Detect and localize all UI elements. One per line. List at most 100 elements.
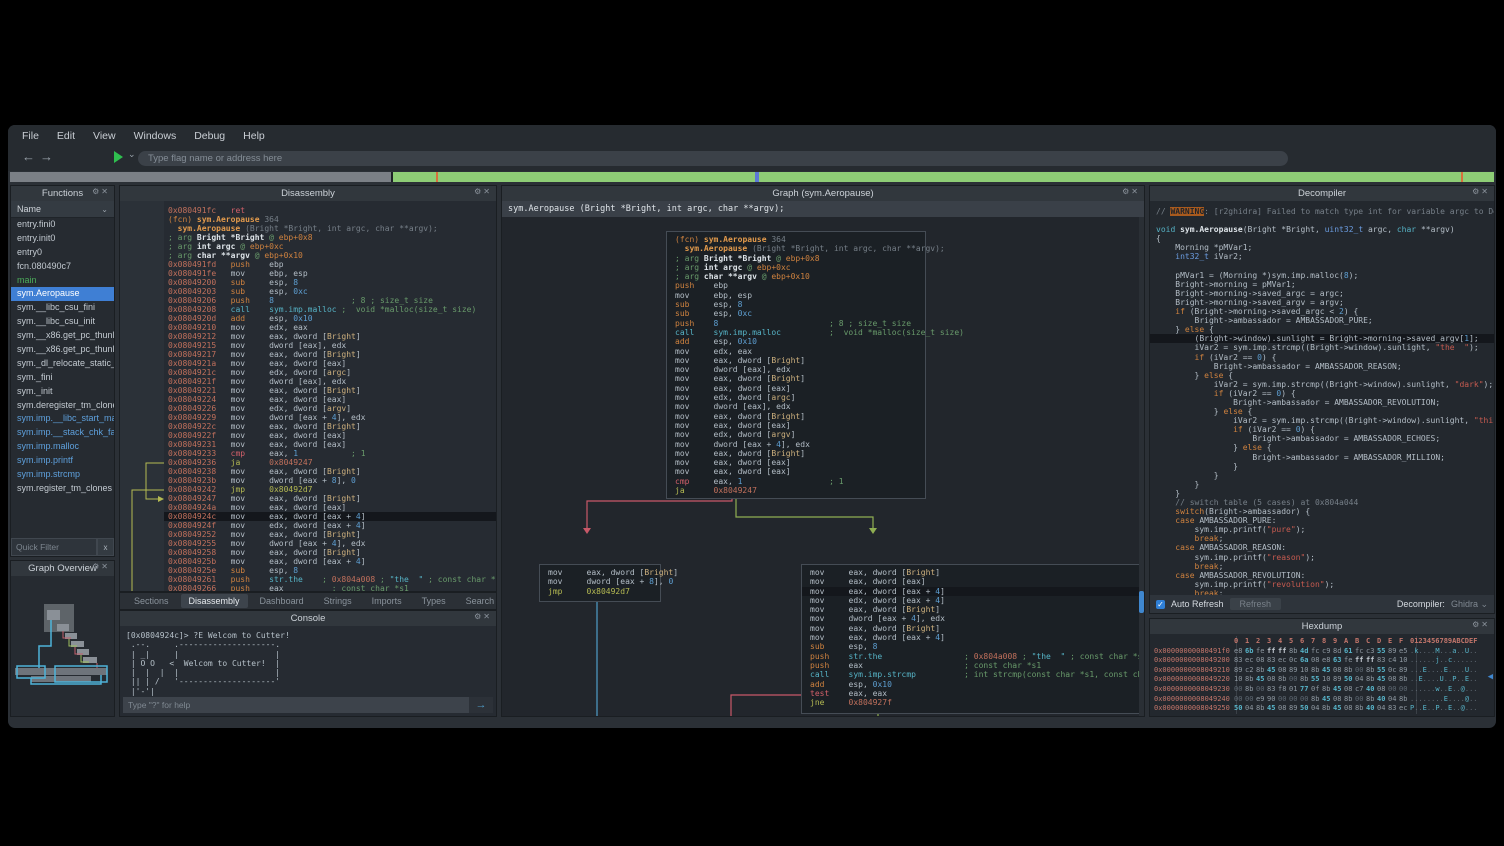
close-icon[interactable]: ✕ — [483, 187, 492, 196]
asm-line[interactable]: ; arg char **argv @ ebp+0x10 — [164, 251, 496, 260]
asm-line[interactable]: 0x08049255 mov dword [eax + 4], edx — [164, 539, 496, 548]
decompiler-line[interactable]: iVar2 = sym.imp.strcmp((Bright->window).… — [1150, 416, 1494, 425]
function-item[interactable]: sym.imp.__stack_chk_fail — [11, 426, 114, 440]
decompiler-line[interactable]: } else { — [1150, 325, 1494, 334]
debug-play-icon[interactable] — [114, 151, 123, 163]
asm-line[interactable]: 0x08049266 push eax ; const char *s1 — [164, 584, 496, 591]
asm-line[interactable]: 0x0804920d add esp, 0x10 — [164, 314, 496, 323]
menu-view[interactable]: View — [93, 130, 116, 142]
gear-icon[interactable]: ⚙ — [1122, 187, 1131, 196]
graph-asm-line[interactable]: push ebp — [667, 281, 925, 290]
graph-asm-line[interactable]: mov eax, dword [Bright] — [667, 412, 925, 421]
function-item[interactable]: sym.__x86.get_pc_thunk.bp — [11, 329, 114, 343]
hexdump-row[interactable]: 0x00000000080492400000e9900000008b45088b… — [1150, 695, 1494, 705]
function-item[interactable]: sym.imp.__libc_start_main — [11, 412, 114, 426]
decompiler-line[interactable]: } — [1150, 462, 1494, 471]
asm-line[interactable]: 0x0804924c mov eax, dword [eax + 4] — [164, 512, 496, 521]
graph-asm-line[interactable]: mov edx, eax — [667, 347, 925, 356]
basic-block-entry[interactable]: (fcn) sym.Aeropause 364 sym.Aeropause (B… — [666, 231, 926, 499]
close-icon[interactable]: ✕ — [1481, 187, 1490, 196]
graph-asm-line[interactable]: mov eax, dword [eax + 4] — [802, 587, 1144, 596]
decompiler-line[interactable]: if (iVar2 == 0) { — [1150, 389, 1494, 398]
decompiler-line[interactable]: if (iVar2 == 0) { — [1150, 425, 1494, 434]
decompiler-line[interactable]: Bright->ambassador = AMBASSADOR_REVOLUTI… — [1150, 398, 1494, 407]
graph-asm-line[interactable]: mov eax, dword [Bright] — [802, 568, 1144, 577]
decompiler-line[interactable]: iVar2 = sym.imp.strcmp((Bright->window).… — [1150, 380, 1494, 389]
graph-asm-line[interactable]: test eax, eax — [802, 689, 1144, 698]
graph-asm-line[interactable]: mov eax, dword [eax] — [667, 467, 925, 476]
asm-line[interactable]: ; arg int argc @ ebp+0xc — [164, 242, 496, 251]
graph-asm-line[interactable]: add esp, 0x10 — [667, 337, 925, 346]
asm-line[interactable]: 0x08049236 ja 0x8049247 — [164, 458, 496, 467]
asm-line[interactable]: 0x08049231 mov eax, dword [eax] — [164, 440, 496, 449]
decompiler-line[interactable]: switch(Bright->ambassador) { — [1150, 507, 1494, 516]
asm-line[interactable]: 0x08049224 mov eax, dword [eax] — [164, 395, 496, 404]
graph-asm-line[interactable]: mov eax, dword [eax] — [667, 384, 925, 393]
close-icon[interactable]: ✕ — [483, 612, 492, 621]
tab-disassembly[interactable]: Disassembly — [181, 594, 248, 608]
asm-line[interactable]: 0x0804923b mov dword [eax + 8], 0 — [164, 476, 496, 485]
decompiler-line[interactable] — [1150, 262, 1494, 271]
graph-asm-line[interactable]: mov eax, dword [eax + 4] — [802, 633, 1144, 642]
functions-name-header[interactable]: Name ⌄ — [11, 201, 114, 218]
graph-asm-line[interactable]: mov eax, dword [Bright] — [540, 568, 660, 577]
decompiler-line[interactable]: if (Bright->morning->saved_argc < 2) { — [1150, 307, 1494, 316]
back-button[interactable]: ← — [22, 149, 35, 164]
hexdump-header-row[interactable]: 0123456789ABCDEF0123456789ABCDEF — [1150, 637, 1494, 647]
basic-block-false[interactable]: mov eax, dword [Bright]mov eax, dword [e… — [801, 564, 1144, 714]
function-item[interactable]: sym.Aeropause — [11, 287, 114, 301]
play-dropdown-caret[interactable]: ⌄ — [128, 149, 136, 160]
decompiler-line[interactable]: } — [1150, 471, 1494, 480]
asm-line[interactable]: 0x0804924f mov edx, dword [eax + 4] — [164, 521, 496, 530]
function-item[interactable]: sym.register_tm_clones — [11, 482, 114, 496]
decompiler-line[interactable]: case AMBASSADOR_REASON: — [1150, 543, 1494, 552]
decompiler-line[interactable]: } else { — [1150, 371, 1494, 380]
decompiler-line[interactable]: break; — [1150, 534, 1494, 543]
close-icon[interactable]: ✕ — [101, 187, 110, 196]
function-item[interactable]: sym._fini — [11, 371, 114, 385]
asm-line[interactable]: 0x0804921c mov edx, dword [argc] — [164, 368, 496, 377]
decompiler-line[interactable]: break; — [1150, 562, 1494, 571]
basic-block-true[interactable]: mov eax, dword [Bright]mov dword [eax + … — [539, 564, 661, 602]
asm-line[interactable]: 0x08049238 mov eax, dword [Bright] — [164, 467, 496, 476]
hexdump-row[interactable]: 0x00000000080491f0e86bfeffff8b4dfcc98d61… — [1150, 647, 1494, 657]
decompiler-line[interactable]: iVar2 = sym.imp.strcmp((Bright->window).… — [1150, 343, 1494, 352]
quick-filter-input[interactable] — [11, 538, 97, 556]
graph-asm-line[interactable]: call sym.imp.strcmp ; int strcmp(const c… — [802, 670, 1144, 679]
asm-line[interactable]: 0x08049258 mov eax, dword [Bright] — [164, 548, 496, 557]
graph-asm-line[interactable]: sub esp, 8 — [667, 300, 925, 309]
asm-line[interactable]: sym.Aeropause (Bright *Bright, int argc,… — [164, 224, 496, 233]
decompiler-line[interactable]: int32_t iVar2; — [1150, 252, 1494, 261]
function-item[interactable]: sym.__libc_csu_fini — [11, 301, 114, 315]
asm-line[interactable]: 0x0804922c mov eax, dword [Bright] — [164, 422, 496, 431]
tab-dashboard[interactable]: Dashboard — [252, 594, 312, 608]
graph-asm-line[interactable]: mov dword [eax + 4], edx — [667, 440, 925, 449]
graph-asm-line[interactable]: mov dword [eax], edx — [667, 365, 925, 374]
asm-line[interactable]: 0x08049252 mov eax, dword [Bright] — [164, 530, 496, 539]
asm-line[interactable]: 0x08049212 mov eax, dword [Bright] — [164, 332, 496, 341]
hexdump-row[interactable]: 0x000000000804925050048b45088950048b4508… — [1150, 704, 1494, 714]
graph-asm-line[interactable]: mov edx, dword [argc] — [667, 393, 925, 402]
quick-filter-clear-button[interactable]: x — [97, 538, 114, 556]
decompiler-line[interactable]: case AMBASSADOR_PURE: — [1150, 516, 1494, 525]
function-item[interactable]: sym._dl_relocate_static_pie — [11, 357, 114, 371]
asm-line[interactable]: 0x080491fd push ebp — [164, 260, 496, 269]
graph-overview-minimap[interactable] — [11, 576, 114, 716]
asm-line[interactable]: 0x08049200 sub esp, 8 — [164, 278, 496, 287]
asm-line[interactable]: 0x0804924a mov eax, dword [eax] — [164, 503, 496, 512]
close-icon[interactable]: ✕ — [1131, 187, 1140, 196]
graph-asm-line[interactable]: ; arg char **argv @ ebp+0x10 — [667, 272, 925, 281]
forward-button[interactable]: → — [40, 149, 53, 164]
graph-asm-line[interactable]: mov eax, dword [Bright] — [802, 624, 1144, 633]
function-item[interactable]: sym.imp.printf — [11, 454, 114, 468]
decompiler-line[interactable]: } else { — [1150, 443, 1494, 452]
asm-line[interactable]: 0x08049233 cmp eax, 1 ; 1 — [164, 449, 496, 458]
graph-asm-line[interactable]: mov eax, dword [eax] — [667, 458, 925, 467]
tab-search[interactable]: Search — [458, 594, 503, 608]
function-item[interactable]: sym.deregister_tm_clones — [11, 399, 114, 413]
memory-map-strip[interactable] — [10, 172, 1494, 182]
decompiler-line[interactable]: sym.imp.printf("reason"); — [1150, 553, 1494, 562]
graph-asm-line[interactable]: mov eax, dword [Bright] — [667, 374, 925, 383]
decompiler-line[interactable]: // switch table (5 cases) at 0x804a044 — [1150, 498, 1494, 507]
decompiler-line[interactable]: if (iVar2 == 0) { — [1150, 353, 1494, 362]
